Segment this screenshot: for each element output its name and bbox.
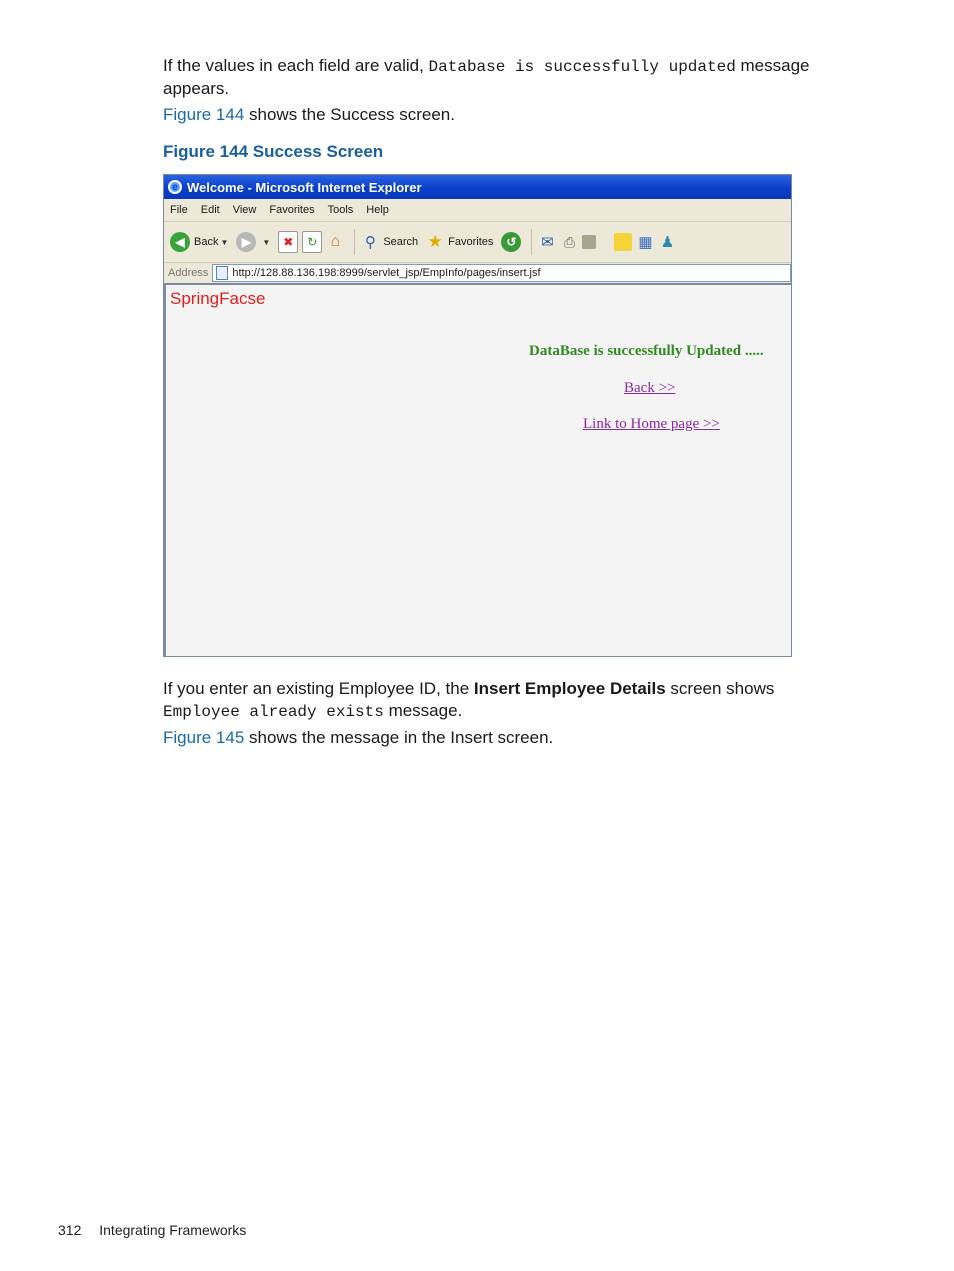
favorites-label: Favorites: [448, 236, 494, 248]
figure-reference-paragraph: Figure 144 shows the Success screen.: [163, 104, 853, 126]
chevron-down-icon: ▼: [220, 237, 229, 247]
menu-help[interactable]: Help: [366, 204, 389, 216]
mail-icon[interactable]: ✉: [538, 232, 556, 252]
existing-id-text-b: screen shows: [665, 679, 775, 698]
back-label: Back: [194, 236, 219, 248]
address-url: http://128.88.136.198:8999/servlet_jsp/E…: [232, 267, 541, 279]
search-button[interactable]: ⚲ Search: [361, 232, 418, 252]
footer-section: Integrating Frameworks: [99, 1222, 247, 1238]
window-title: Welcome - Microsoft Internet Explorer: [187, 179, 422, 195]
intro-paragraph: If the values in each field are valid, D…: [163, 55, 853, 100]
refresh-icon[interactable]: ↻: [302, 231, 323, 253]
figure-145-text: shows the message in the Insert screen.: [244, 728, 554, 747]
figure-145-link[interactable]: Figure 145: [163, 728, 244, 747]
home-icon[interactable]: ⌂: [326, 232, 344, 252]
menu-file[interactable]: File: [170, 204, 188, 216]
menu-bar: File Edit View Favorites Tools Help: [164, 199, 791, 222]
search-icon: ⚲: [364, 234, 376, 251]
menu-edit[interactable]: Edit: [201, 204, 220, 216]
search-label: Search: [383, 236, 419, 248]
notes-icon[interactable]: [614, 233, 633, 251]
title-bar: e Welcome - Microsoft Internet Explorer: [164, 175, 791, 199]
page-footer: 312 Integrating Frameworks: [58, 1222, 246, 1238]
page-number: 312: [58, 1222, 82, 1238]
home-link[interactable]: Link to Home page >>: [583, 416, 720, 433]
print-icon[interactable]: ⎙: [560, 232, 578, 252]
favorites-button[interactable]: ★ Favorites: [426, 232, 494, 252]
success-code: Database is successfully updated: [428, 58, 736, 76]
stop-icon[interactable]: ✖: [278, 231, 299, 253]
existing-id-paragraph: If you enter an existing Employee ID, th…: [163, 678, 853, 723]
address-bar: Address http://128.88.136.198:8999/servl…: [164, 263, 791, 285]
ie-logo-icon: e: [168, 180, 182, 194]
figure-145-paragraph: Figure 145 shows the message in the Inse…: [163, 727, 853, 749]
menu-view[interactable]: View: [233, 204, 257, 216]
back-link[interactable]: Back >>: [624, 380, 676, 397]
figure-reference-text: shows the Success screen.: [244, 105, 455, 124]
history-icon[interactable]: ↺: [501, 232, 522, 252]
figure-caption: Figure 144 Success Screen: [163, 142, 384, 161]
existing-id-text-a: If you enter an existing Employee ID, th…: [163, 679, 474, 698]
menu-favorites[interactable]: Favorites: [269, 204, 314, 216]
brand-title: SpringFacse: [170, 289, 266, 308]
edit-icon[interactable]: [582, 235, 597, 249]
address-input[interactable]: http://128.88.136.198:8999/servlet_jsp/E…: [212, 264, 791, 282]
back-arrow-icon: ◀: [170, 232, 190, 252]
toolbar: ◀ Back ▼ ▶ ▼ ✖ ↻ ⌂ ⚲ Search ★ Favorites …: [164, 222, 791, 263]
page-content: SpringFacse DataBase is successfully Upd…: [164, 285, 791, 656]
address-label: Address: [168, 267, 209, 279]
page-icon: [216, 266, 229, 280]
existing-id-text-c: message.: [383, 701, 463, 720]
success-message: DataBase is successfully Updated .....: [529, 343, 764, 359]
research-icon[interactable]: ▦: [636, 232, 654, 252]
browser-screenshot: e Welcome - Microsoft Internet Explorer …: [163, 174, 792, 657]
toolbar-divider: [354, 229, 356, 255]
exists-code: Employee already exists: [163, 703, 384, 721]
toolbar-divider: [531, 229, 533, 255]
forward-button[interactable]: ▶ ▼: [236, 232, 270, 252]
intro-text-a: If the values in each field are valid,: [163, 56, 429, 75]
star-icon: ★: [427, 232, 443, 251]
messenger-icon[interactable]: ♟: [658, 232, 676, 252]
back-button[interactable]: ◀ Back ▼: [170, 232, 228, 252]
insert-employee-details-term: Insert Employee Details: [473, 679, 666, 698]
figure-144-link[interactable]: Figure 144: [163, 105, 244, 124]
chevron-down-icon: ▼: [262, 237, 271, 247]
forward-arrow-icon: ▶: [236, 232, 257, 252]
menu-tools[interactable]: Tools: [328, 204, 354, 216]
